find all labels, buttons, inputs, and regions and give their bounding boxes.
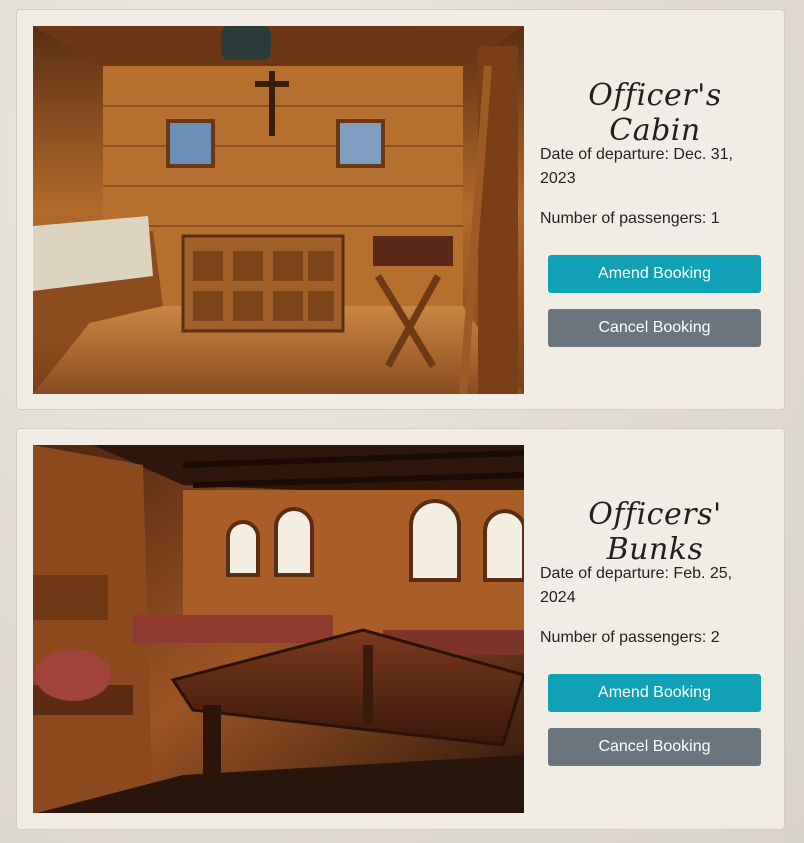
room-title: Officer's Cabin [588,78,722,148]
booking-card: Officer's Cabin Date of departure: Dec. … [16,9,785,410]
cancel-booking-button[interactable]: Cancel Booking [548,309,761,347]
room-title: Officers' Bunks [588,497,722,567]
booking-card: Officers' Bunks Date of departure: Feb. … [16,428,785,830]
cabin-photo [33,445,524,813]
booking-info: Officers' Bunks Date of departure: Feb. … [540,429,770,829]
departure-date: Date of departure: Dec. 31, 2023 [540,146,733,187]
amend-booking-button[interactable]: Amend Booking [548,255,761,293]
amend-booking-button[interactable]: Amend Booking [548,674,761,712]
passenger-count: Number of passengers: 2 [540,629,720,646]
departure-date: Date of departure: Feb. 25, 2024 [540,565,733,606]
booking-info: Officer's Cabin Date of departure: Dec. … [540,10,770,409]
cabin-photo [33,26,524,394]
cancel-booking-button[interactable]: Cancel Booking [548,728,761,766]
passenger-count: Number of passengers: 1 [540,210,720,227]
